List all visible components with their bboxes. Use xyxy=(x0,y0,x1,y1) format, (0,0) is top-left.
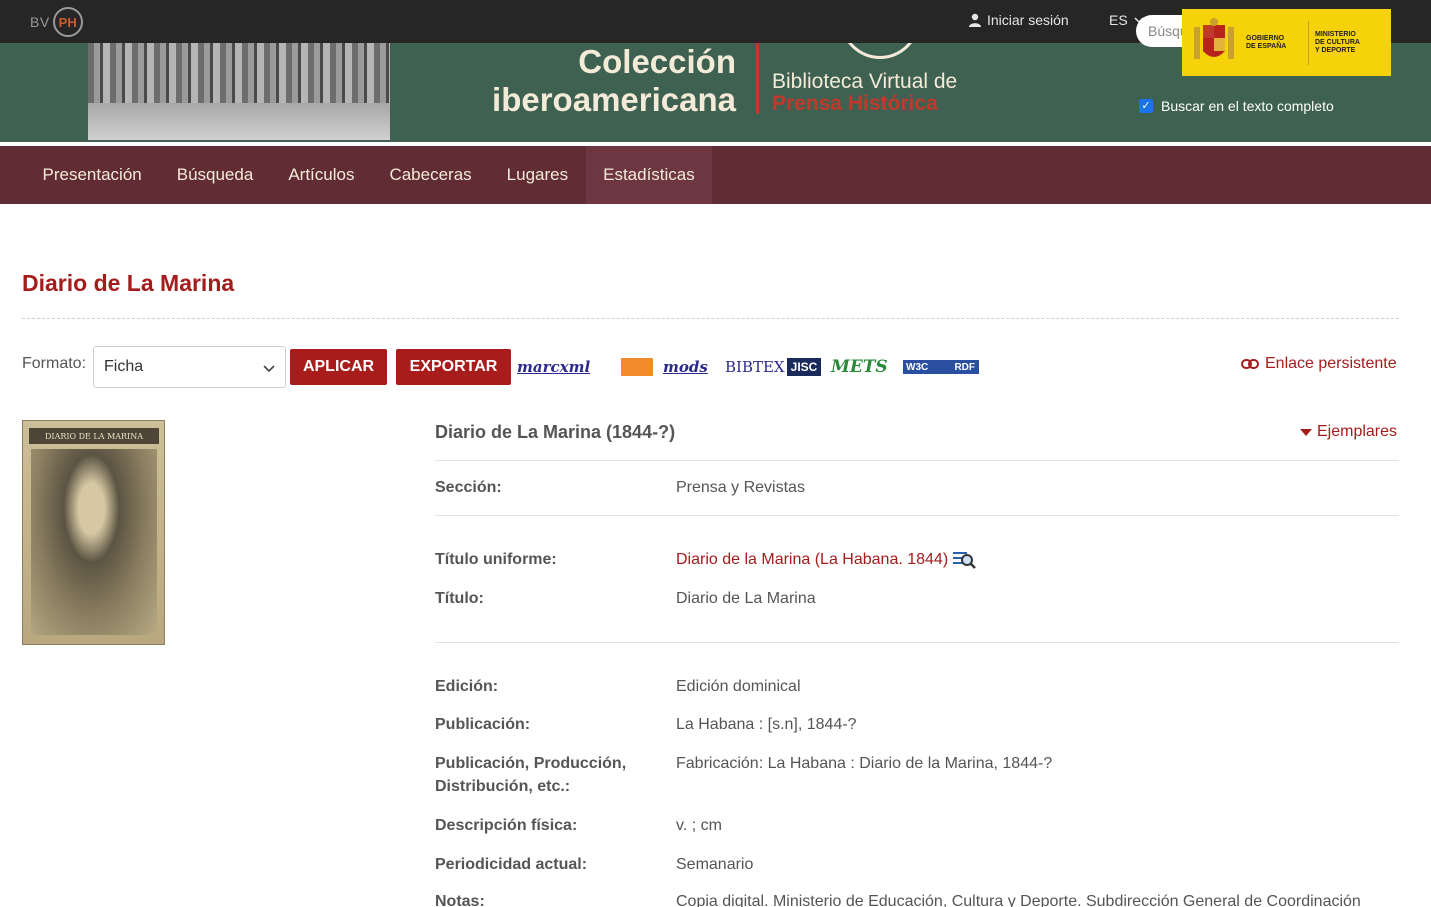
format-selected-value: Ficha xyxy=(104,358,144,375)
field-value-descripcion: v. ; cm xyxy=(676,817,722,834)
gov-divider xyxy=(1308,20,1309,65)
bvph-logo-ph: PH xyxy=(52,7,83,37)
title-divider xyxy=(22,318,1399,319)
field-label-descripcion: Descripción física: xyxy=(435,817,578,834)
nav-item-cabeceras[interactable]: Cabeceras xyxy=(372,146,489,204)
ministry-line2: DE CULTURA xyxy=(1315,38,1360,46)
copies-label: Ejemplares xyxy=(1317,423,1398,440)
link-icon xyxy=(1241,359,1259,369)
fulltext-option[interactable]: ✓ Buscar en el texto completo xyxy=(1139,98,1334,114)
mets-icon[interactable]: METS xyxy=(831,357,893,377)
language-label: ES xyxy=(1109,12,1128,28)
field-value-notas: Copia digital. Ministerio de Educación, … xyxy=(676,893,1361,907)
rdf-label: RDF xyxy=(954,361,975,373)
nav-item-articulos[interactable]: Artículos xyxy=(271,146,372,204)
record-divider-1 xyxy=(435,460,1399,461)
field-value-seccion: Prensa y Revistas xyxy=(676,479,805,496)
collection-title-line2: iberoamericana xyxy=(492,81,736,118)
bvph-emblem xyxy=(840,43,920,59)
banner-photo xyxy=(88,43,390,140)
format-select[interactable]: Ficha xyxy=(93,346,286,388)
field-value-edicion: Edición dominical xyxy=(676,678,801,695)
government-logo[interactable]: GOBIERNO DE ESPAÑA MINISTERIO DE CULTURA… xyxy=(1182,9,1391,76)
permalink-link[interactable]: Enlace persistente xyxy=(1241,355,1397,373)
dublin-core-icon[interactable] xyxy=(621,358,653,376)
bvph-logo-bv: BV xyxy=(30,14,50,30)
caret-down-icon xyxy=(1300,429,1312,436)
nav-wrapper: Presentación Búsqueda Artículos Cabecera… xyxy=(0,142,1431,204)
authority-lookup-icon[interactable] xyxy=(952,550,977,570)
nav-item-lugares[interactable]: Lugares xyxy=(489,146,585,204)
login-label: Iniciar sesión xyxy=(987,12,1069,28)
field-value-titulo: Diario de La Marina xyxy=(676,590,816,607)
ministry-line3: Y DEPORTE xyxy=(1315,46,1356,54)
field-value-produccion: Fabricación: La Habana : Diario de la Ma… xyxy=(676,755,1053,772)
site-name-line1: Biblioteca Virtual de xyxy=(772,70,958,93)
copies-toggle[interactable]: Ejemplares xyxy=(1300,423,1397,441)
export-format-icons: marcxml mods BIBTEX JISC METS W3C RDF xyxy=(517,355,989,379)
titulo-uniforme-link[interactable]: Diario de la Marina (La Habana. 1844) xyxy=(676,548,948,571)
field-value-publicacion: La Habana : [s.n], 1844-? xyxy=(676,716,857,733)
field-value-periodicidad: Semanario xyxy=(676,856,754,873)
gov-line1: GOBIERNO xyxy=(1246,34,1285,42)
page-title: Diario de La Marina xyxy=(22,270,235,296)
permalink-label: Enlace persistente xyxy=(1265,355,1397,372)
ministry-text: MINISTERIO DE CULTURA Y DEPORTE xyxy=(1315,31,1375,55)
bvph-logo[interactable]: BV PH xyxy=(30,7,83,37)
banner-divider xyxy=(756,43,759,114)
cover-portrait xyxy=(31,449,157,635)
nav-item-busqueda[interactable]: Búsqueda xyxy=(159,146,271,204)
gov-line2: DE ESPAÑA xyxy=(1246,42,1287,50)
field-label-titulo: Título: xyxy=(435,590,484,607)
field-label-titulo-uniforme: Título uniforme: xyxy=(435,551,557,568)
w3c-rdf-icon[interactable]: W3C RDF xyxy=(903,360,979,374)
export-button[interactable]: EXPORTAR xyxy=(396,349,511,385)
bibtex-icon[interactable]: BIBTEX xyxy=(725,357,785,377)
site-name[interactable]: Biblioteca Virtual de Prensa Histórica xyxy=(772,71,957,115)
mods-icon[interactable]: mods xyxy=(663,357,715,377)
gov-text: GOBIERNO DE ESPAÑA xyxy=(1246,35,1302,51)
nav-item-presentacion[interactable]: Presentación xyxy=(25,146,159,204)
field-label-edicion: Edición: xyxy=(435,678,499,695)
w3c-label: W3C xyxy=(906,361,929,373)
field-label-publicacion: Publicación: xyxy=(435,716,531,733)
field-value-titulo-uniforme[interactable]: Diario de la Marina (La Habana. 1844) xyxy=(676,548,977,571)
record-divider-3 xyxy=(435,642,1399,643)
collection-title: Colección iberoamericana xyxy=(470,43,736,119)
apply-button[interactable]: APLICAR xyxy=(290,349,387,385)
jisc-icon[interactable]: JISC xyxy=(787,358,821,376)
cover-masthead: DIARIO DE LA MARINA xyxy=(29,428,159,444)
chevron-down-icon xyxy=(263,365,275,373)
field-label-seccion: Sección: xyxy=(435,479,502,496)
field-label-notas: Notas: xyxy=(435,893,485,907)
ministry-line1: MINISTERIO xyxy=(1315,30,1356,38)
produccion-label-line2: Distribución, etc.: xyxy=(435,778,571,795)
login-link[interactable]: Iniciar sesión xyxy=(968,12,1069,28)
coat-of-arms-icon xyxy=(1194,17,1234,59)
cover-thumbnail[interactable]: DIARIO DE LA MARINA xyxy=(22,420,165,645)
record-title: Diario de La Marina (1844-?) xyxy=(435,422,676,442)
produccion-label-line1: Publicación, Producción, xyxy=(435,755,627,772)
collection-title-line1: Colección xyxy=(578,43,736,80)
main-nav: Presentación Búsqueda Artículos Cabecera… xyxy=(0,146,1431,204)
marcxml-icon[interactable]: marcxml xyxy=(517,357,611,377)
format-label: Formato: xyxy=(22,355,87,372)
site-name-line2: Prensa Histórica xyxy=(772,92,938,115)
field-label-produccion: Publicación, Producción, Distribución, e… xyxy=(435,752,655,798)
field-label-periodicidad: Periodicidad actual: xyxy=(435,856,588,873)
fulltext-label: Buscar en el texto completo xyxy=(1161,98,1334,114)
nav-item-estadisticas[interactable]: Estadísticas xyxy=(585,146,713,204)
record-divider-2 xyxy=(435,515,1399,516)
user-icon xyxy=(969,13,981,27)
fulltext-checkbox[interactable]: ✓ xyxy=(1139,99,1153,113)
